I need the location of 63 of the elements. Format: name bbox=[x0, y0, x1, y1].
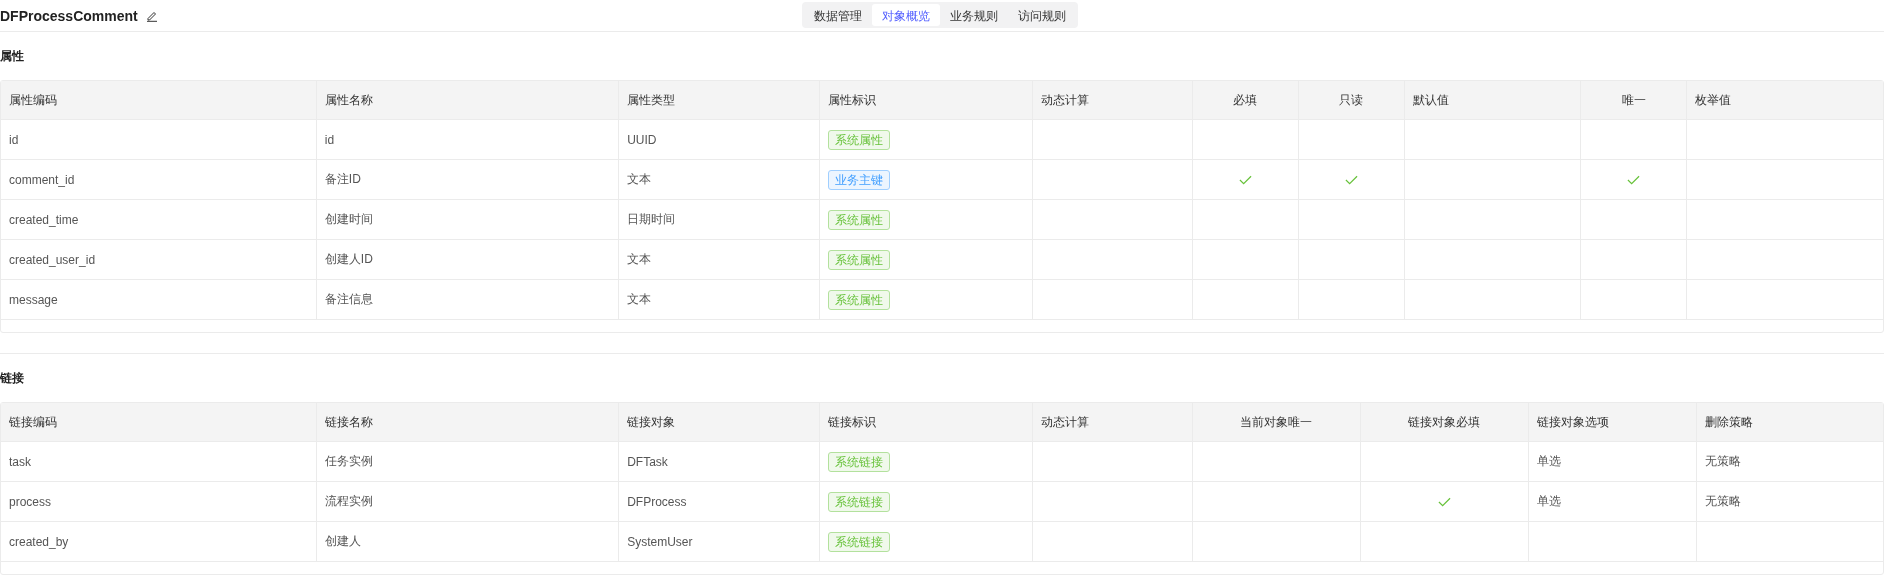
column-header: 只读 bbox=[1298, 81, 1405, 120]
column-header: 默认值 bbox=[1404, 81, 1581, 120]
table-cell: comment_id bbox=[1, 159, 317, 200]
table-cell: 创建人ID bbox=[316, 239, 619, 280]
column-header: 属性编码 bbox=[1, 81, 317, 120]
table-cell: 创建人 bbox=[316, 521, 619, 562]
table-cell: 任务实例 bbox=[316, 441, 619, 482]
table-cell: 单选 bbox=[1537, 454, 1562, 468]
table-cell: created_by bbox=[1, 521, 317, 562]
table-cell: UUID bbox=[618, 119, 820, 160]
table-cell: 文本 bbox=[618, 279, 820, 320]
column-header: 链接对象选项 bbox=[1528, 403, 1697, 442]
table-cell: created_user_id bbox=[1, 239, 317, 280]
tag: 系统属性 bbox=[828, 289, 891, 310]
tag: 系统属性 bbox=[828, 129, 891, 150]
tag: 系统链接 bbox=[828, 451, 891, 472]
column-header: 动态计算 bbox=[1032, 81, 1193, 120]
tag: 业务主键 bbox=[828, 169, 891, 190]
table-cell: 文本 bbox=[618, 159, 820, 200]
edit-icon[interactable] bbox=[145, 9, 158, 22]
table-cell: 创建时间 bbox=[316, 199, 619, 240]
object-title: DFProcessComment bbox=[0, 7, 138, 24]
table-cell: DFTask bbox=[618, 441, 820, 482]
column-header: 链接对象 bbox=[618, 403, 820, 442]
table-cell: 备注信息 bbox=[316, 279, 619, 320]
tag: 系统属性 bbox=[828, 249, 891, 270]
table-cell: 备注ID bbox=[316, 159, 619, 200]
table-cell: created_time bbox=[1, 199, 317, 240]
table-cell: 日期时间 bbox=[618, 199, 820, 240]
table-cell: 单选 bbox=[1537, 494, 1562, 508]
column-header: 属性标识 bbox=[819, 81, 1033, 120]
column-header: 动态计算 bbox=[1032, 403, 1193, 442]
column-header: 必填 bbox=[1192, 81, 1299, 120]
tag: 系统属性 bbox=[828, 209, 891, 230]
tab[interactable]: 访问规则 bbox=[1008, 4, 1076, 26]
tag: 系统链接 bbox=[828, 531, 891, 552]
column-header: 链接编码 bbox=[1, 403, 317, 442]
tag: 系统链接 bbox=[828, 491, 891, 512]
column-header: 属性名称 bbox=[316, 81, 619, 120]
column-header: 唯一 bbox=[1580, 81, 1687, 120]
table-cell: message bbox=[1, 279, 317, 320]
table-cell: id bbox=[1, 119, 317, 160]
table-cell: 流程实例 bbox=[316, 481, 619, 522]
column-header: 链接标识 bbox=[819, 403, 1033, 442]
section-heading: 属性 bbox=[0, 48, 25, 65]
table-cell: task bbox=[1, 441, 317, 482]
tab[interactable]: 对象概览 bbox=[872, 4, 940, 26]
column-header: 枚举值 bbox=[1686, 81, 1883, 120]
column-header: 链接名称 bbox=[316, 403, 619, 442]
column-header: 当前对象唯一 bbox=[1192, 403, 1361, 442]
column-header: 链接对象必填 bbox=[1360, 403, 1529, 442]
table-cell: 文本 bbox=[618, 239, 820, 280]
table-cell: 无策略 bbox=[1705, 454, 1742, 468]
column-header: 删除策略 bbox=[1696, 403, 1883, 442]
table-cell: DFProcess bbox=[618, 481, 820, 522]
column-header: 属性类型 bbox=[618, 81, 820, 120]
section-heading: 链接 bbox=[0, 370, 25, 387]
table-cell: SystemUser bbox=[618, 521, 820, 562]
tab[interactable]: 业务规则 bbox=[940, 4, 1008, 26]
tab[interactable]: 数据管理 bbox=[804, 4, 872, 26]
table-cell: id bbox=[316, 119, 619, 160]
table-cell: process bbox=[1, 481, 317, 522]
table-cell: 无策略 bbox=[1705, 494, 1742, 508]
